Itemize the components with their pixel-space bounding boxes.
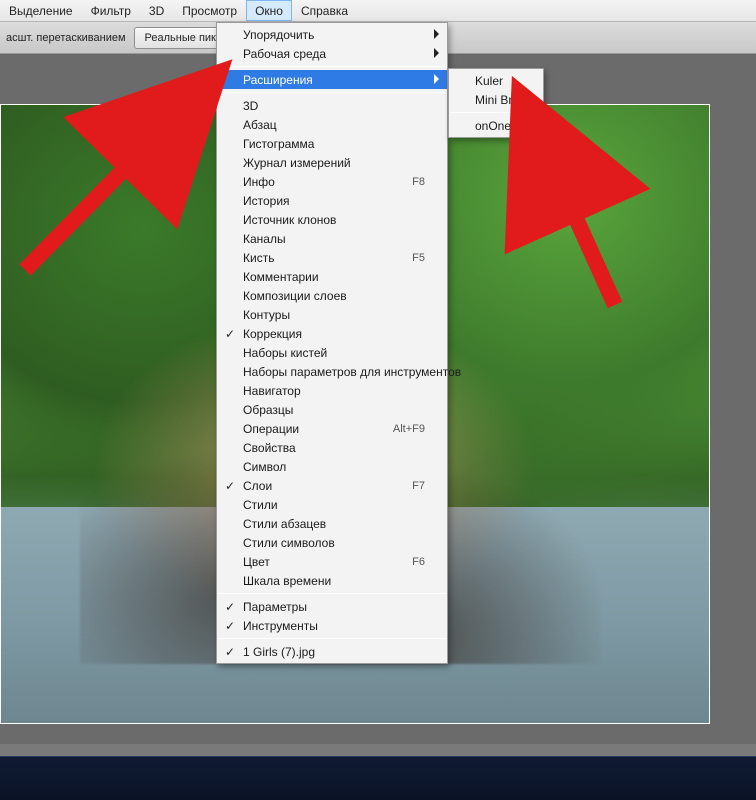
menu-row[interactable]: Рабочая среда xyxy=(217,44,447,63)
menu-row-label: Гистограмма xyxy=(243,137,425,151)
menu-row-label: Контуры xyxy=(243,308,425,322)
menu-item-view[interactable]: Просмотр xyxy=(173,0,246,21)
menu-row[interactable]: Композиции слоев xyxy=(217,286,447,305)
menu-row[interactable]: Наборы кистей xyxy=(217,343,447,362)
menu-row-label: onOne xyxy=(475,119,521,133)
menu-row-label: Стили абзацев xyxy=(243,517,425,531)
menu-row[interactable]: Источник клонов xyxy=(217,210,447,229)
menu-row[interactable]: Стили символов xyxy=(217,533,447,552)
check-icon: ✓ xyxy=(225,600,237,612)
menu-row-accel: F7 xyxy=(372,480,425,492)
submenu-arrow-icon xyxy=(434,48,439,58)
extensions-submenu: Kuler Mini Bridge onOne xyxy=(448,68,544,138)
menu-row-label: Свойства xyxy=(243,441,425,455)
menu-row-label: Рабочая среда xyxy=(243,47,425,61)
check-icon: ✓ xyxy=(225,479,237,491)
menu-row[interactable]: Контуры xyxy=(217,305,447,324)
check-icon: ✓ xyxy=(225,645,237,657)
menu-item-3d[interactable]: 3D xyxy=(140,0,173,21)
menu-row[interactable]: Гистограмма xyxy=(217,134,447,153)
menu-row-label: Комментарии xyxy=(243,270,425,284)
menu-row-label: Параметры xyxy=(243,600,425,614)
menu-row-label: Коррекция xyxy=(243,327,425,341)
check-icon: ✓ xyxy=(225,327,237,339)
menu-row-label: Наборы кистей xyxy=(243,346,425,360)
menu-row-label: Каналы xyxy=(243,232,425,246)
menu-row[interactable]: ЦветF6 xyxy=(217,552,447,571)
menu-row-label: Цвет xyxy=(243,555,372,569)
menu-row-label: Журнал измерений xyxy=(243,156,425,170)
menu-row-label: 1 Girls (7).jpg xyxy=(243,645,425,659)
menu-row[interactable]: Навигатор xyxy=(217,381,447,400)
menu-row[interactable]: Стили абзацев xyxy=(217,514,447,533)
menu-row-label: Упорядочить xyxy=(243,28,425,42)
menu-row[interactable]: ✓ Коррекция xyxy=(217,324,447,343)
menu-row-label: Операции xyxy=(243,422,353,436)
menu-row-label: Символ xyxy=(243,460,425,474)
menu-row-label: Инфо xyxy=(243,175,372,189)
menu-row[interactable]: Образцы xyxy=(217,400,447,419)
menu-row-label: 3D xyxy=(243,99,425,113)
menu-row[interactable]: Шкала времени xyxy=(217,571,447,590)
menu-row-label: История xyxy=(243,194,425,208)
menu-row[interactable]: onOne xyxy=(449,116,543,135)
submenu-arrow-icon xyxy=(434,74,439,84)
menu-row[interactable]: История xyxy=(217,191,447,210)
menu-row-label: Источник клонов xyxy=(243,213,425,227)
menu-row-label: Композиции слоев xyxy=(243,289,425,303)
menu-row-label: Расширения xyxy=(243,73,425,87)
menu-row[interactable]: КистьF5 xyxy=(217,248,447,267)
options-text: асшт. перетаскиванием xyxy=(4,32,128,44)
menu-row[interactable]: Символ xyxy=(217,457,447,476)
menu-separator xyxy=(218,66,446,67)
menu-row-label: Mini Bridge xyxy=(475,93,535,107)
menu-row[interactable]: ✓ Инструменты xyxy=(217,616,447,635)
check-icon: ✓ xyxy=(225,619,237,631)
menu-row[interactable]: Наборы параметров для инструментов xyxy=(217,362,447,381)
menu-separator xyxy=(218,92,446,93)
menu-row-label: Слои xyxy=(243,479,372,493)
menu-row[interactable]: 3D xyxy=(217,96,447,115)
menu-row[interactable]: ОперацииAlt+F9 xyxy=(217,419,447,438)
menu-item-help[interactable]: Справка xyxy=(292,0,357,21)
menu-row-accel: F5 xyxy=(372,252,425,264)
menu-row-label: Стили символов xyxy=(243,536,425,550)
menu-row-label: Образцы xyxy=(243,403,425,417)
menu-row-label: Инструменты xyxy=(243,619,425,633)
menu-item-window[interactable]: Окно xyxy=(246,0,292,21)
menu-row[interactable]: Упорядочить xyxy=(217,25,447,44)
taskbar xyxy=(0,756,756,800)
menu-row-label: Наборы параметров для инструментов xyxy=(243,365,461,379)
menu-row[interactable]: Журнал измерений xyxy=(217,153,447,172)
menu-row-label: Навигатор xyxy=(243,384,425,398)
menu-item-filter[interactable]: Фильтр xyxy=(82,0,140,21)
menu-separator xyxy=(218,638,446,639)
menu-row-accel: F6 xyxy=(372,556,425,568)
menu-row-label: Kuler xyxy=(475,74,521,88)
menu-row[interactable]: Расширения xyxy=(217,70,447,89)
menu-row[interactable]: ИнфоF8 xyxy=(217,172,447,191)
menu-separator xyxy=(450,112,542,113)
menu-row-label: Стили xyxy=(243,498,425,512)
menu-item-selection[interactable]: Выделение xyxy=(0,0,82,21)
menu-row[interactable]: Каналы xyxy=(217,229,447,248)
menu-row-accel: Alt+F9 xyxy=(353,423,425,435)
menu-row[interactable]: ✓ СлоиF7 xyxy=(217,476,447,495)
menu-row[interactable]: Свойства xyxy=(217,438,447,457)
menu-row[interactable]: ✓ Параметры xyxy=(217,597,447,616)
menu-row[interactable]: Стили xyxy=(217,495,447,514)
menu-separator xyxy=(218,593,446,594)
menu-row[interactable]: Комментарии xyxy=(217,267,447,286)
menu-row[interactable]: Kuler xyxy=(449,71,543,90)
menu-row-label: Абзац xyxy=(243,118,425,132)
window-menu: Упорядочить Рабочая среда Расширения 3D Абза… xyxy=(216,22,448,664)
menu-row[interactable]: Абзац xyxy=(217,115,447,134)
menu-row-label: Шкала времени xyxy=(243,574,425,588)
menu-row[interactable]: ✓ 1 Girls (7).jpg xyxy=(217,642,447,661)
menu-row[interactable]: Mini Bridge xyxy=(449,90,543,109)
menubar: Выделение Фильтр 3D Просмотр Окно Справк… xyxy=(0,0,756,22)
menu-row-accel: F8 xyxy=(372,176,425,188)
menu-row-label: Кисть xyxy=(243,251,372,265)
submenu-arrow-icon xyxy=(434,29,439,39)
